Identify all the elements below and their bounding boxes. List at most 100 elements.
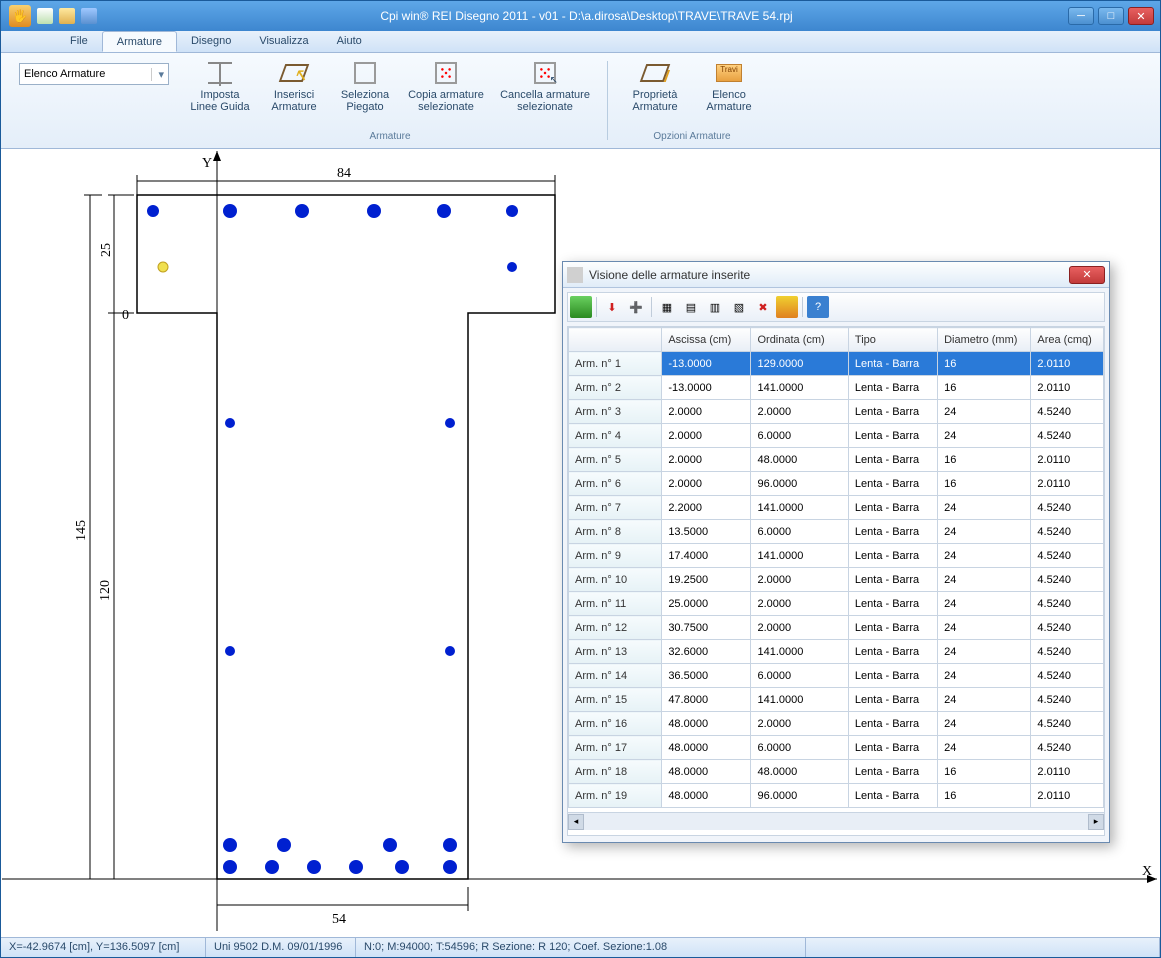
cell-tipo[interactable]: Lenta - Barra	[848, 496, 937, 520]
cell-diametro[interactable]: 24	[938, 712, 1031, 736]
cell-ascissa[interactable]: 2.0000	[662, 448, 751, 472]
cell-diametro[interactable]: 24	[938, 736, 1031, 760]
table-row[interactable]: Arm. n° 1748.00006.0000Lenta - Barra244.…	[569, 736, 1104, 760]
toolbar-grid3-icon[interactable]: ▥	[704, 296, 726, 318]
col-ordinata[interactable]: Ordinata (cm)	[751, 328, 848, 352]
cell-ascissa[interactable]: 13.5000	[662, 520, 751, 544]
qat-save-icon[interactable]	[81, 8, 97, 24]
table-row[interactable]: Arm. n° 1230.75002.0000Lenta - Barra244.…	[569, 616, 1104, 640]
toolbar-grid1-icon[interactable]: ▦	[656, 296, 678, 318]
armature-grid[interactable]: Ascissa (cm) Ordinata (cm) Tipo Diametro…	[567, 326, 1105, 836]
scroll-right-icon[interactable]: ▸	[1088, 814, 1104, 830]
table-row[interactable]: Arm. n° 1019.25002.0000Lenta - Barra244.…	[569, 568, 1104, 592]
table-row[interactable]: Arm. n° 62.000096.0000Lenta - Barra162.0…	[569, 472, 1104, 496]
scroll-left-icon[interactable]: ◂	[568, 814, 584, 830]
tab-armature[interactable]: Armature	[102, 31, 177, 52]
cell-ordinata[interactable]: 2.0000	[751, 592, 848, 616]
imposta-linee-guida-button[interactable]: Imposta Linee Guida	[185, 57, 255, 115]
cell-ascissa[interactable]: 25.0000	[662, 592, 751, 616]
cell-ordinata[interactable]: 48.0000	[751, 760, 848, 784]
cell-tipo[interactable]: Lenta - Barra	[848, 736, 937, 760]
cell-area[interactable]: 4.5240	[1031, 712, 1104, 736]
cell-area[interactable]: 4.5240	[1031, 688, 1104, 712]
toolbar-grid2-icon[interactable]: ▤	[680, 296, 702, 318]
cell-tipo[interactable]: Lenta - Barra	[848, 400, 937, 424]
cell-area[interactable]: 4.5240	[1031, 736, 1104, 760]
toolbar-down-icon[interactable]: ⬇	[601, 296, 623, 318]
cell-tipo[interactable]: Lenta - Barra	[848, 424, 937, 448]
cell-ordinata[interactable]: 6.0000	[751, 520, 848, 544]
cell-ascissa[interactable]: 30.7500	[662, 616, 751, 640]
cell-ordinata[interactable]: 6.0000	[751, 424, 848, 448]
cell-tipo[interactable]: Lenta - Barra	[848, 544, 937, 568]
cell-ascissa[interactable]: -13.0000	[662, 376, 751, 400]
cell-ordinata[interactable]: 2.0000	[751, 712, 848, 736]
proprieta-armature-button[interactable]: Proprietà Armature	[620, 57, 690, 115]
maximize-button[interactable]: □	[1098, 7, 1124, 25]
cell-area[interactable]: 2.0110	[1031, 784, 1104, 808]
cell-diametro[interactable]: 16	[938, 760, 1031, 784]
toolbar-grid4-icon[interactable]: ▧	[728, 296, 750, 318]
toolbar-help-icon[interactable]: ?	[807, 296, 829, 318]
table-row[interactable]: Arm. n° 42.00006.0000Lenta - Barra244.52…	[569, 424, 1104, 448]
cell-ordinata[interactable]: 96.0000	[751, 784, 848, 808]
table-row[interactable]: Arm. n° 1648.00002.0000Lenta - Barra244.…	[569, 712, 1104, 736]
cell-area[interactable]: 2.0110	[1031, 448, 1104, 472]
cell-ascissa[interactable]: 2.0000	[662, 424, 751, 448]
table-row[interactable]: Arm. n° 52.000048.0000Lenta - Barra162.0…	[569, 448, 1104, 472]
cell-ascissa[interactable]: 2.0000	[662, 400, 751, 424]
col-rowheader[interactable]	[569, 328, 662, 352]
cell-area[interactable]: 4.5240	[1031, 400, 1104, 424]
col-area[interactable]: Area (cmq)	[1031, 328, 1104, 352]
cell-ordinata[interactable]: 96.0000	[751, 472, 848, 496]
cell-tipo[interactable]: Lenta - Barra	[848, 568, 937, 592]
cell-diametro[interactable]: 24	[938, 616, 1031, 640]
cell-ascissa[interactable]: 48.0000	[662, 712, 751, 736]
cell-ascissa[interactable]: 19.2500	[662, 568, 751, 592]
cell-ascissa[interactable]: 36.5000	[662, 664, 751, 688]
dialog-titlebar[interactable]: Visione delle armature inserite ✕	[563, 262, 1109, 288]
cell-ordinata[interactable]: 141.0000	[751, 496, 848, 520]
cell-diametro[interactable]: 24	[938, 640, 1031, 664]
elenco-armature-button[interactable]: Travi Elenco Armature	[694, 57, 764, 115]
cell-diametro[interactable]: 16	[938, 352, 1031, 376]
cell-area[interactable]: 2.0110	[1031, 472, 1104, 496]
cell-ordinata[interactable]: 2.0000	[751, 616, 848, 640]
cell-ascissa[interactable]: 48.0000	[662, 736, 751, 760]
cell-tipo[interactable]: Lenta - Barra	[848, 688, 937, 712]
cell-ascissa[interactable]: 48.0000	[662, 784, 751, 808]
cell-tipo[interactable]: Lenta - Barra	[848, 376, 937, 400]
cell-diametro[interactable]: 16	[938, 376, 1031, 400]
col-ascissa[interactable]: Ascissa (cm)	[662, 328, 751, 352]
cell-diametro[interactable]: 24	[938, 688, 1031, 712]
cell-tipo[interactable]: Lenta - Barra	[848, 616, 937, 640]
col-tipo[interactable]: Tipo	[848, 328, 937, 352]
cell-tipo[interactable]: Lenta - Barra	[848, 448, 937, 472]
cell-diametro[interactable]: 16	[938, 472, 1031, 496]
cell-ordinata[interactable]: 129.0000	[751, 352, 848, 376]
toolbar-chart-icon[interactable]	[776, 296, 798, 318]
toolbar-add-icon[interactable]: ➕	[625, 296, 647, 318]
cell-ascissa[interactable]: 2.2000	[662, 496, 751, 520]
cell-diametro[interactable]: 24	[938, 496, 1031, 520]
table-row[interactable]: Arm. n° 1547.8000141.0000Lenta - Barra24…	[569, 688, 1104, 712]
cell-area[interactable]: 4.5240	[1031, 568, 1104, 592]
close-button[interactable]: ✕	[1128, 7, 1154, 25]
dialog-close-button[interactable]: ✕	[1069, 266, 1105, 284]
qat-open-icon[interactable]	[59, 8, 75, 24]
cell-area[interactable]: 2.0110	[1031, 376, 1104, 400]
cell-diametro[interactable]: 24	[938, 568, 1031, 592]
cell-diametro[interactable]: 24	[938, 592, 1031, 616]
cell-diametro[interactable]: 24	[938, 400, 1031, 424]
cell-tipo[interactable]: Lenta - Barra	[848, 352, 937, 376]
cell-diametro[interactable]: 24	[938, 520, 1031, 544]
cell-diametro[interactable]: 24	[938, 544, 1031, 568]
cell-tipo[interactable]: Lenta - Barra	[848, 592, 937, 616]
cell-ordinata[interactable]: 2.0000	[751, 400, 848, 424]
toolbar-delete-icon[interactable]: ✖	[752, 296, 774, 318]
cell-ascissa[interactable]: 32.6000	[662, 640, 751, 664]
cell-ordinata[interactable]: 6.0000	[751, 736, 848, 760]
cell-area[interactable]: 4.5240	[1031, 544, 1104, 568]
cell-area[interactable]: 4.5240	[1031, 616, 1104, 640]
table-row[interactable]: Arm. n° 917.4000141.0000Lenta - Barra244…	[569, 544, 1104, 568]
